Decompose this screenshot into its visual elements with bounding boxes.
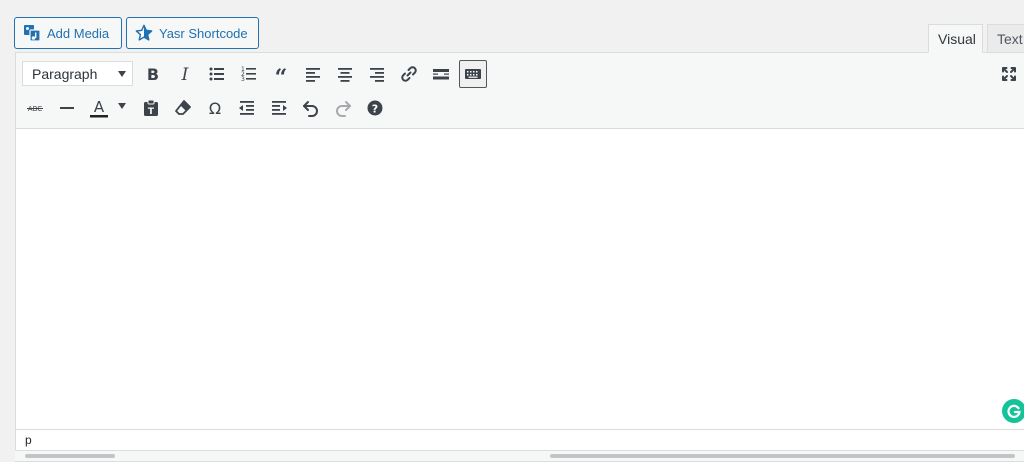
increase-indent-icon <box>272 101 287 115</box>
align-left-icon <box>306 68 320 82</box>
chevron-down-icon <box>118 71 126 77</box>
grammarly-icon <box>1007 404 1021 418</box>
text-color-dropdown-icon[interactable] <box>118 103 126 109</box>
align-center-button[interactable] <box>331 60 359 88</box>
tab-text[interactable]: Text <box>987 24 1024 53</box>
editor-statusbar: p <box>16 429 1024 449</box>
footer-text-placeholder <box>25 454 115 458</box>
svg-text:T: T <box>148 107 155 117</box>
tab-text-label: Text <box>997 30 1023 47</box>
insert-link-button[interactable] <box>395 60 423 88</box>
help-icon: ? <box>367 100 383 116</box>
align-left-button[interactable] <box>299 60 327 88</box>
editor-content-area[interactable] <box>16 129 1024 429</box>
fullscreen-button[interactable] <box>995 60 1023 88</box>
element-path[interactable]: p <box>25 433 32 447</box>
align-center-icon <box>338 68 352 82</box>
toolbar-row-1: Paragraph B I 123 “ <box>16 59 1024 89</box>
toolbar-toggle-icon <box>465 69 481 79</box>
paste-as-text-icon: T <box>144 99 158 117</box>
blockquote-icon: “ <box>275 65 288 84</box>
italic-icon: I <box>181 65 189 84</box>
redo-button[interactable] <box>329 94 357 122</box>
align-right-button[interactable] <box>363 60 391 88</box>
svg-text:A: A <box>94 98 105 116</box>
yasr-shortcode-button[interactable]: Yasr Shortcode <box>126 17 259 49</box>
paste-as-text-button[interactable]: T <box>137 94 165 122</box>
numbered-list-button[interactable]: 123 <box>235 60 263 88</box>
text-color-button[interactable]: A <box>85 94 113 122</box>
bulleted-list-button[interactable] <box>203 60 231 88</box>
strikethrough-icon: ABC <box>27 105 43 113</box>
tab-visual-label: Visual <box>938 30 976 47</box>
fullscreen-icon <box>1002 67 1016 81</box>
clear-formatting-icon <box>175 100 191 115</box>
italic-button[interactable]: I <box>171 60 199 88</box>
undo-button[interactable] <box>297 94 325 122</box>
star-icon <box>135 24 153 42</box>
read-more-button[interactable] <box>427 60 455 88</box>
editor-toolbar: Paragraph B I 123 “ A T Ω ? <box>16 53 1024 129</box>
toolbar-toggle-button[interactable] <box>459 60 487 88</box>
strikethrough-button[interactable]: ABC <box>21 94 49 122</box>
horizontal-line-button[interactable] <box>53 94 81 122</box>
text-color-icon: A <box>90 98 108 118</box>
tab-visual[interactable]: Visual <box>928 24 983 53</box>
decrease-indent-button[interactable] <box>233 94 261 122</box>
toolbar-row-2: ABC A T Ω <box>16 93 1024 123</box>
increase-indent-button[interactable] <box>265 94 293 122</box>
special-character-icon: Ω <box>209 99 221 118</box>
format-select[interactable]: Paragraph <box>22 61 133 86</box>
svg-text:“: “ <box>275 65 288 84</box>
align-right-icon <box>370 68 384 82</box>
add-media-button[interactable]: Add Media <box>14 17 122 49</box>
svg-text:Ω: Ω <box>209 99 221 118</box>
numbered-list-icon: 123 <box>241 66 256 83</box>
clear-formatting-button[interactable] <box>169 94 197 122</box>
undo-icon <box>303 101 318 117</box>
keyboard-shortcuts-button[interactable]: ? <box>361 94 389 122</box>
read-more-icon <box>433 69 449 80</box>
svg-text:B: B <box>147 65 159 84</box>
svg-text:I: I <box>181 65 189 84</box>
yasr-shortcode-label: Yasr Shortcode <box>159 25 248 41</box>
special-character-button[interactable]: Ω <box>201 94 229 122</box>
add-media-label: Add Media <box>47 25 110 41</box>
svg-text:3: 3 <box>241 76 245 83</box>
bold-icon: B <box>147 65 159 84</box>
footer-text-placeholder <box>550 454 1015 458</box>
grammarly-button[interactable] <box>1002 399 1024 423</box>
link-icon <box>401 66 417 82</box>
add-media-icon <box>23 24 41 42</box>
redo-icon <box>336 101 351 117</box>
bold-button[interactable]: B <box>139 60 167 88</box>
editor-container: Paragraph B I 123 “ A T Ω ? p <box>15 52 1024 462</box>
bulleted-list-icon <box>209 67 224 81</box>
blockquote-button[interactable]: “ <box>267 60 295 88</box>
svg-text:?: ? <box>372 103 378 116</box>
format-select-value: Paragraph <box>32 65 98 82</box>
decrease-indent-icon <box>239 101 254 115</box>
horizontal-line-icon <box>60 107 74 109</box>
